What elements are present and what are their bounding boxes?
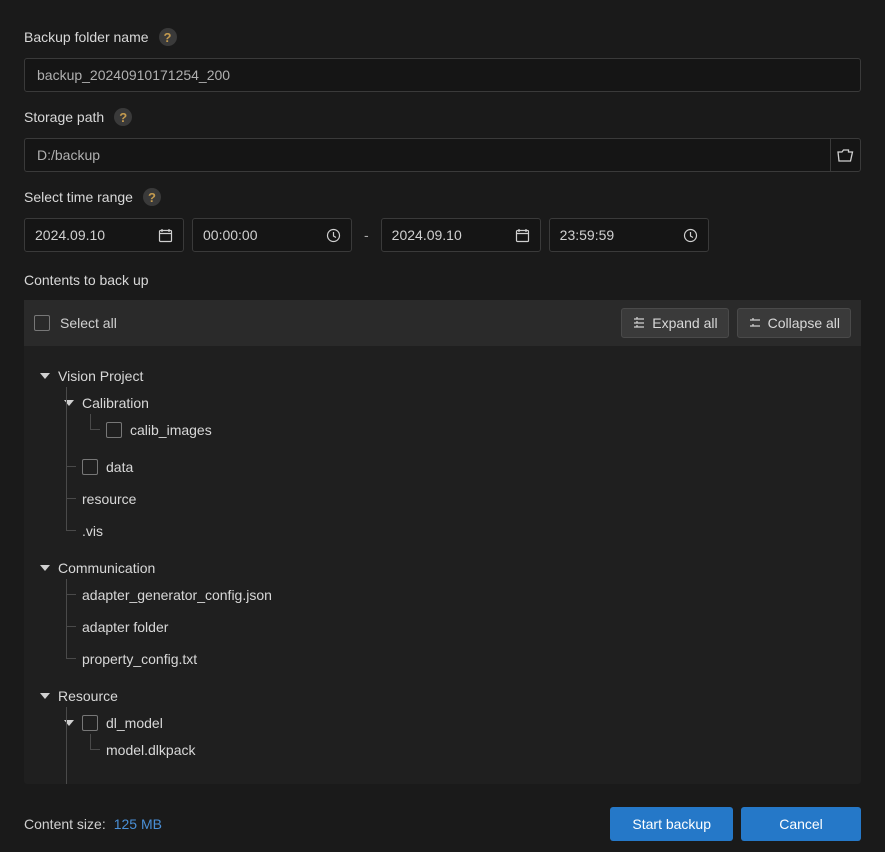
tree-row[interactable]: camera <box>82 776 851 784</box>
storage-path-row <box>24 138 861 172</box>
backup-folder-input[interactable] <box>24 58 861 92</box>
tree-node-vision-project: Vision Project Calibration <box>34 360 851 552</box>
select-all-label: Select all <box>60 315 117 331</box>
tree-row[interactable]: Vision Project <box>58 365 851 387</box>
tree-row[interactable]: adapter folder <box>82 616 851 638</box>
tree-row[interactable]: Resource <box>58 685 851 707</box>
collapse-all-icon <box>748 316 762 330</box>
tree-row[interactable]: adapter_generator_config.json <box>82 584 851 606</box>
date-from-value: 2024.09.10 <box>35 227 105 243</box>
tree-label: adapter_generator_config.json <box>82 587 272 603</box>
storage-path-label-row: Storage path ? <box>24 108 861 126</box>
tree-node-vis: .vis <box>58 515 851 547</box>
caret-down-icon[interactable] <box>40 373 50 379</box>
range-dash: - <box>360 227 373 243</box>
tree-label: camera <box>82 779 129 784</box>
expand-all-button[interactable]: Expand all <box>621 308 728 338</box>
caret-down-icon[interactable] <box>40 693 50 699</box>
tree-label: dl_model <box>106 715 163 731</box>
caret-down-icon[interactable] <box>64 400 74 406</box>
tree-label: Calibration <box>82 395 149 411</box>
tree-label: Communication <box>58 560 155 576</box>
tree-row[interactable]: property_config.txt <box>82 648 851 670</box>
tree-row[interactable]: dl_model <box>82 712 851 734</box>
collapse-all-button[interactable]: Collapse all <box>737 308 851 338</box>
tree-node-calibration: Calibration calib_images <box>58 387 851 451</box>
time-to-input[interactable]: 23:59:59 <box>549 218 709 252</box>
tree-node-adapter-config: adapter_generator_config.json <box>58 579 851 611</box>
contents-toolbar: Select all Expand all Collapse all <box>24 300 861 346</box>
expand-all-icon <box>632 316 646 330</box>
tree-row[interactable]: Communication <box>58 557 851 579</box>
tree-row[interactable]: calib_images <box>106 419 851 441</box>
tree-node-calib-images: calib_images <box>82 414 851 446</box>
tree-node-model-dlkpack: model.dlkpack <box>82 734 851 766</box>
tree-label: property_config.txt <box>82 651 197 667</box>
tree-label: calib_images <box>130 422 212 438</box>
time-range-label-row: Select time range ? <box>24 188 861 206</box>
time-from-value: 00:00:00 <box>203 227 258 243</box>
time-range-row: 2024.09.10 00:00:00 - 2024.09.10 23:59:5… <box>24 218 861 252</box>
help-icon[interactable]: ? <box>143 188 161 206</box>
contents-label: Contents to back up <box>24 272 861 288</box>
tree-label: data <box>106 459 133 475</box>
tree-label: resource <box>82 491 136 507</box>
help-icon[interactable]: ? <box>114 108 132 126</box>
time-from-input[interactable]: 00:00:00 <box>192 218 352 252</box>
content-size-value: 125 MB <box>114 816 162 832</box>
select-all-checkbox[interactable] <box>34 315 50 331</box>
start-backup-button[interactable]: Start backup <box>610 807 733 841</box>
storage-path-input[interactable] <box>24 138 830 172</box>
select-all-wrap: Select all <box>34 315 613 331</box>
backup-dialog: Backup folder name ? Storage path ? Sele… <box>0 0 885 852</box>
backup-folder-label: Backup folder name <box>24 29 149 45</box>
tree-row[interactable]: resource <box>82 488 851 510</box>
content-size-label: Content size: <box>24 816 106 832</box>
tree-label: model.dlkpack <box>106 742 196 758</box>
calendar-icon <box>158 228 173 243</box>
caret-down-icon[interactable] <box>40 565 50 571</box>
tree-checkbox[interactable] <box>106 422 122 438</box>
tree-node-resource-vp: resource <box>58 483 851 515</box>
tree-node-dl-model: dl_model model.dlkpack <box>58 707 851 771</box>
time-to-value: 23:59:59 <box>560 227 615 243</box>
tree-node-resource: Resource dl_model <box>34 680 851 784</box>
tree-node-camera: camera <box>58 771 851 784</box>
dialog-footer: Content size: 125 MB Start backup Cancel <box>24 796 861 852</box>
tree-label: .vis <box>82 523 103 539</box>
clock-icon <box>683 228 698 243</box>
tree-label: Resource <box>58 688 118 704</box>
tree-label: adapter folder <box>82 619 168 635</box>
tree-node-communication: Communication adapter_generator_config.j… <box>34 552 851 680</box>
tree-row[interactable]: data <box>82 456 851 478</box>
expand-all-label: Expand all <box>652 315 717 331</box>
calendar-icon <box>515 228 530 243</box>
tree-row[interactable]: Calibration <box>82 392 851 414</box>
tree-row[interactable]: .vis <box>82 520 851 542</box>
storage-path-label: Storage path <box>24 109 104 125</box>
folder-open-icon <box>837 148 855 162</box>
tree-row[interactable]: model.dlkpack <box>106 739 851 761</box>
caret-down-icon[interactable] <box>64 720 74 726</box>
tree-scroll[interactable]: Vision Project Calibration <box>24 346 861 784</box>
backup-folder-label-row: Backup folder name ? <box>24 28 861 46</box>
tree-label: Vision Project <box>58 368 143 384</box>
tree-node-adapter-folder: adapter folder <box>58 611 851 643</box>
date-from-input[interactable]: 2024.09.10 <box>24 218 184 252</box>
cancel-button[interactable]: Cancel <box>741 807 861 841</box>
browse-folder-button[interactable] <box>830 138 861 172</box>
time-range-label: Select time range <box>24 189 133 205</box>
help-icon[interactable]: ? <box>159 28 177 46</box>
tree-checkbox[interactable] <box>82 715 98 731</box>
tree-node-property-config: property_config.txt <box>58 643 851 675</box>
contents-panel: Select all Expand all Collapse all <box>24 300 861 784</box>
clock-icon <box>326 228 341 243</box>
tree-checkbox[interactable] <box>82 459 98 475</box>
date-to-value: 2024.09.10 <box>392 227 462 243</box>
tree-node-data: data <box>58 451 851 483</box>
collapse-all-label: Collapse all <box>768 315 840 331</box>
date-to-input[interactable]: 2024.09.10 <box>381 218 541 252</box>
